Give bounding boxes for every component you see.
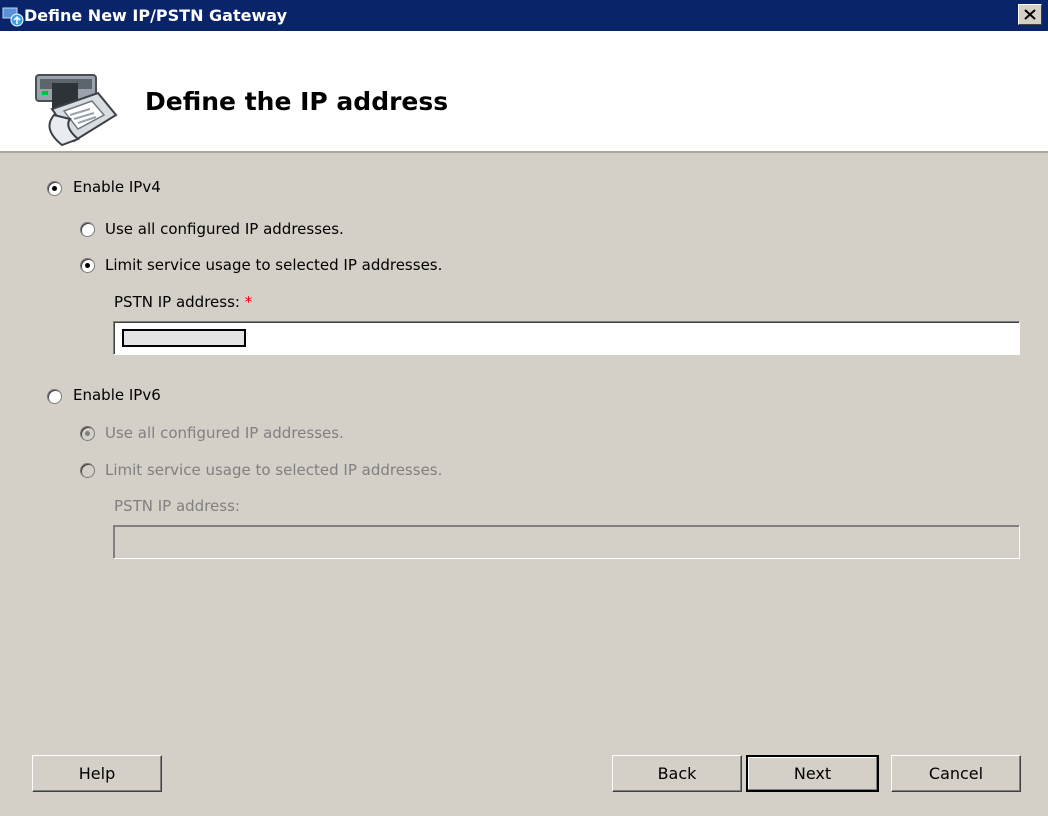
ipv6-pstn-ip-input (113, 525, 1020, 559)
required-marker: * (244, 293, 253, 311)
back-button[interactable]: Back (612, 755, 742, 792)
ipv6-limit-radio (80, 463, 95, 478)
ipv4-pstn-ip-label-text: PSTN IP address: (114, 293, 240, 311)
enable-ipv6-radio[interactable] (47, 389, 62, 404)
enable-ipv6-label[interactable]: Enable IPv6 (73, 386, 161, 404)
page-title: Define the IP address (145, 87, 449, 116)
ipv4-pstn-ip-input[interactable] (113, 321, 1020, 355)
ipv6-use-all-radio (80, 426, 95, 441)
ipv4-use-all-radio[interactable] (80, 222, 95, 237)
window-title: Define New IP/PSTN Gateway (24, 6, 287, 25)
ipv6-pstn-ip-label: PSTN IP address: (114, 497, 240, 515)
enable-ipv4-radio[interactable] (47, 181, 62, 196)
title-bar: Define New IP/PSTN Gateway (0, 0, 1048, 31)
help-button[interactable]: Help (32, 755, 162, 792)
ipv4-use-all-label[interactable]: Use all configured IP addresses. (105, 220, 344, 238)
ipv6-limit-label: Limit service usage to selected IP addre… (105, 461, 443, 479)
ipv4-limit-label[interactable]: Limit service usage to selected IP addre… (105, 256, 442, 274)
ipv6-use-all-label: Use all configured IP addresses. (105, 424, 344, 442)
close-button[interactable] (1018, 4, 1042, 25)
enable-ipv4-label[interactable]: Enable IPv4 (73, 178, 161, 196)
next-button[interactable]: Next (746, 755, 879, 792)
ipv4-limit-radio[interactable] (80, 258, 95, 273)
close-icon (1024, 9, 1036, 20)
cancel-button[interactable]: Cancel (891, 755, 1021, 792)
ipv4-pstn-ip-label: PSTN IP address: * (114, 293, 252, 311)
wizard-header: Define the IP address (0, 31, 1048, 153)
phone-server-icon (35, 74, 118, 147)
ipv4-pstn-ip-value (122, 329, 246, 347)
gateway-app-icon (2, 7, 24, 27)
